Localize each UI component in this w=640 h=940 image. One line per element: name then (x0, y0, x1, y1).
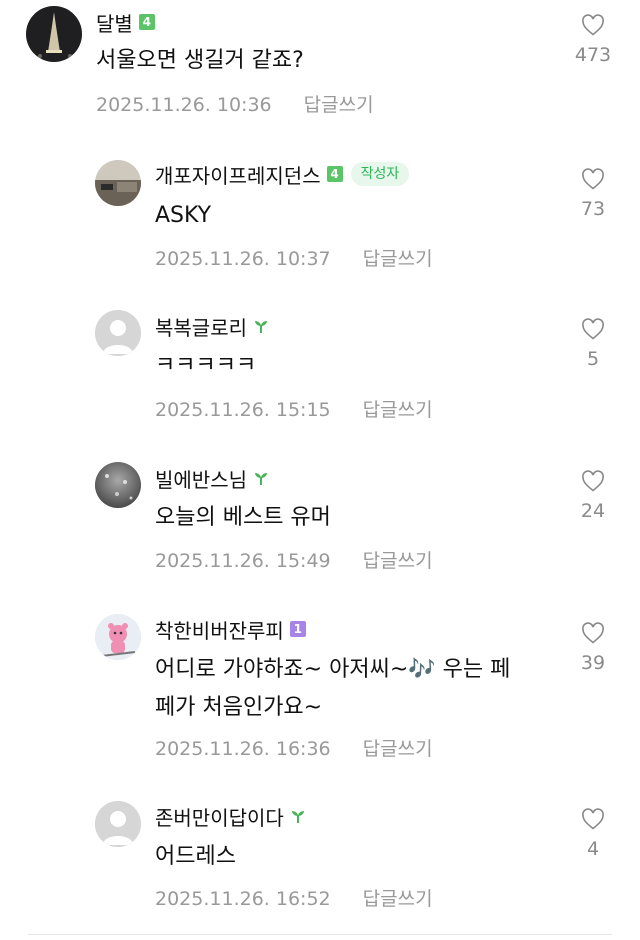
comment-text: 서울오면 생길거 같죠? (96, 48, 304, 73)
level-badge: 4 (326, 166, 343, 182)
reply-button[interactable]: 답글쓰기 (304, 94, 374, 116)
default-avatar[interactable] (95, 310, 141, 356)
like-count: 39 (580, 652, 606, 674)
sprout-icon (291, 811, 304, 823)
avatar[interactable] (95, 462, 141, 508)
bottom-divider (28, 934, 612, 935)
comment-date: 2025.11.26. 10:36 (96, 94, 272, 116)
level-badge: 4 (138, 14, 155, 30)
reply-button[interactable]: 답글쓰기 (363, 399, 433, 421)
avatar[interactable] (26, 6, 82, 62)
like-count: 473 (574, 44, 612, 66)
comment-text: ㅋㅋㅋㅋㅋ (155, 353, 257, 378)
author-name[interactable]: 착한비버잔루피 (155, 615, 284, 644)
reply-button[interactable]: 답글쓰기 (363, 888, 433, 910)
heart-outline-icon[interactable] (581, 808, 605, 830)
sprout-icon (255, 473, 267, 485)
rain-drops-image (95, 462, 141, 508)
pink-character-image (95, 614, 141, 660)
comment-date: 2025.11.26. 10:37 (155, 248, 331, 270)
person-placeholder-icon (95, 801, 141, 847)
like-count: 73 (580, 198, 606, 220)
like-count: 5 (586, 348, 600, 370)
person-placeholder-icon (95, 310, 141, 356)
avatar[interactable] (95, 614, 141, 660)
comment-text-line-1: 어디로 가야하죠~ 아저씨~🎶 우는 페 (155, 657, 511, 682)
comment-text: 오늘의 베스트 유머 (155, 505, 331, 530)
heart-outline-icon[interactable] (581, 318, 605, 340)
author-name[interactable]: 복복글로리 (155, 312, 247, 341)
comment-date: 2025.11.26. 16:52 (155, 888, 331, 910)
comment-text: ASKY (155, 203, 212, 228)
heart-outline-icon[interactable] (581, 168, 605, 190)
reply-button[interactable]: 답글쓰기 (363, 550, 433, 572)
like-count: 4 (586, 838, 600, 860)
author-name[interactable]: 존버만이답이다 (155, 802, 284, 831)
heart-outline-icon[interactable] (581, 622, 605, 644)
author-name[interactable]: 빌에반스님 (155, 464, 247, 493)
comment-text: 어드레스 (155, 844, 236, 869)
default-avatar[interactable] (95, 801, 141, 847)
heart-outline-icon[interactable] (581, 470, 605, 492)
reply-button[interactable]: 답글쓰기 (363, 248, 433, 270)
comment-date: 2025.11.26. 15:49 (155, 550, 331, 572)
heart-outline-icon[interactable] (581, 14, 605, 36)
building-image (95, 160, 141, 206)
sprout-icon (255, 321, 267, 333)
author-name[interactable]: 개포자이프레지던스 (155, 160, 321, 189)
author-tag: 작성자 (350, 162, 410, 186)
reply-button[interactable]: 답글쓰기 (363, 738, 433, 760)
comment-date: 2025.11.26. 16:36 (155, 738, 331, 760)
like-count: 24 (580, 500, 606, 522)
author-name[interactable]: 달별 (96, 8, 133, 37)
comment-date: 2025.11.26. 15:15 (155, 399, 331, 421)
comment-text-line-2: 페가 처음인가요~ (155, 695, 323, 720)
avatar[interactable] (95, 160, 141, 206)
level-badge: 1 (289, 621, 306, 637)
eiffel-tower-image (26, 6, 82, 62)
